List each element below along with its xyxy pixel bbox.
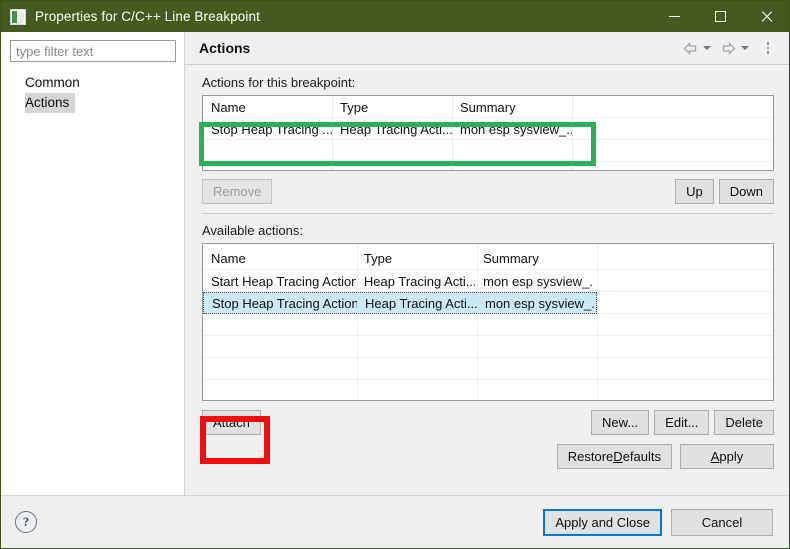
available-actions-label: Available actions: <box>202 223 774 238</box>
back-arrow-icon[interactable] <box>681 39 699 57</box>
down-button[interactable]: Down <box>719 179 774 204</box>
available-actions-table[interactable]: Name Type Summary Start Heap Tracing Act… <box>202 243 774 401</box>
window-title: Properties for C/C++ Line Breakpoint <box>35 9 260 24</box>
minimize-button[interactable] <box>651 1 697 32</box>
cell-summary: mon esp sysview_... <box>477 296 596 311</box>
close-icon <box>760 10 773 23</box>
dialog-footer: ? Apply and Close Cancel <box>1 495 789 548</box>
cell-name: Stop Heap Tracing Action <box>204 296 357 311</box>
restore-defaults-button[interactable]: Restore Defaults <box>557 444 672 469</box>
actions-page-content: Actions for this breakpoint: Name Type S… <box>185 65 789 495</box>
available-actions-buttons: Attach New... Edit... Delete <box>202 410 774 435</box>
window-controls <box>651 1 789 32</box>
page-toolbar <box>681 39 775 57</box>
attached-table-header: Name Type Summary <box>203 96 773 118</box>
cancel-button[interactable]: Cancel <box>671 509 773 536</box>
close-button[interactable] <box>743 1 789 32</box>
column-header-summary[interactable]: Summary <box>452 100 572 115</box>
attach-button[interactable]: Attach <box>202 410 261 435</box>
properties-dialog: Properties for C/C++ Line Breakpoint typ… <box>0 0 790 549</box>
back-chevron-down-icon[interactable] <box>703 46 711 50</box>
up-button[interactable]: Up <box>675 179 714 204</box>
cell-type: Heap Tracing Acti... <box>332 122 452 137</box>
attached-actions-buttons: Remove Up Down <box>202 179 774 204</box>
help-icon[interactable]: ? <box>15 511 37 533</box>
column-header-type[interactable]: Type <box>332 100 452 115</box>
forward-chevron-down-icon[interactable] <box>741 46 749 50</box>
column-header-name[interactable]: Name <box>203 251 356 266</box>
page-action-buttons: Restore Defaults Apply <box>202 444 774 469</box>
forward-arrow-icon[interactable] <box>719 39 737 57</box>
new-button[interactable]: New... <box>591 410 649 435</box>
settings-sidebar: type filter text Common Actions <box>1 32 185 495</box>
apply-and-close-button[interactable]: Apply and Close <box>543 509 662 536</box>
cell-summary: mon esp sysview_... <box>452 122 572 137</box>
maximize-button[interactable] <box>697 1 743 32</box>
settings-page: Actions Actions for this breakpoint: <box>185 32 789 495</box>
maximize-icon <box>715 11 726 22</box>
page-header: Actions <box>185 32 789 65</box>
cell-type: Heap Tracing Acti... <box>357 296 477 311</box>
sidebar-item-common[interactable]: Common <box>1 73 184 93</box>
attached-actions-label: Actions for this breakpoint: <box>202 75 774 90</box>
dialog-body: type filter text Common Actions Actions <box>1 32 789 495</box>
table-row[interactable]: Stop Heap Tracing ... Heap Tracing Acti.… <box>203 118 773 140</box>
table-row[interactable]: Start Heap Tracing Action Heap Tracing A… <box>203 270 773 292</box>
properties-window-icon <box>10 9 26 25</box>
table-row-selected[interactable]: Stop Heap Tracing Action Heap Tracing Ac… <box>203 292 597 314</box>
page-title: Actions <box>199 40 250 56</box>
cell-name: Stop Heap Tracing ... <box>203 122 332 137</box>
title-bar: Properties for C/C++ Line Breakpoint <box>1 1 789 32</box>
sidebar-item-actions[interactable]: Actions <box>25 93 75 113</box>
column-header-type[interactable]: Type <box>356 251 475 266</box>
column-header-name[interactable]: Name <box>203 100 332 115</box>
settings-tree: Common Actions <box>1 73 184 113</box>
apply-button[interactable]: Apply <box>680 444 774 469</box>
filter-placeholder: type filter text <box>16 44 93 59</box>
column-header-summary[interactable]: Summary <box>475 251 594 266</box>
filter-input[interactable]: type filter text <box>10 40 176 62</box>
kebab-menu-icon[interactable] <box>761 39 775 57</box>
minimize-icon <box>669 16 680 17</box>
remove-button[interactable]: Remove <box>202 179 272 204</box>
cell-summary: mon esp sysview_... <box>475 274 594 289</box>
attached-actions-table[interactable]: Name Type Summary Stop Heap Tracing ... … <box>202 95 774 171</box>
delete-button[interactable]: Delete <box>714 410 774 435</box>
cell-name: Start Heap Tracing Action <box>203 274 356 289</box>
edit-button[interactable]: Edit... <box>654 410 709 435</box>
available-table-header: Name Type Summary <box>203 247 773 269</box>
cell-type: Heap Tracing Acti... <box>356 274 475 289</box>
